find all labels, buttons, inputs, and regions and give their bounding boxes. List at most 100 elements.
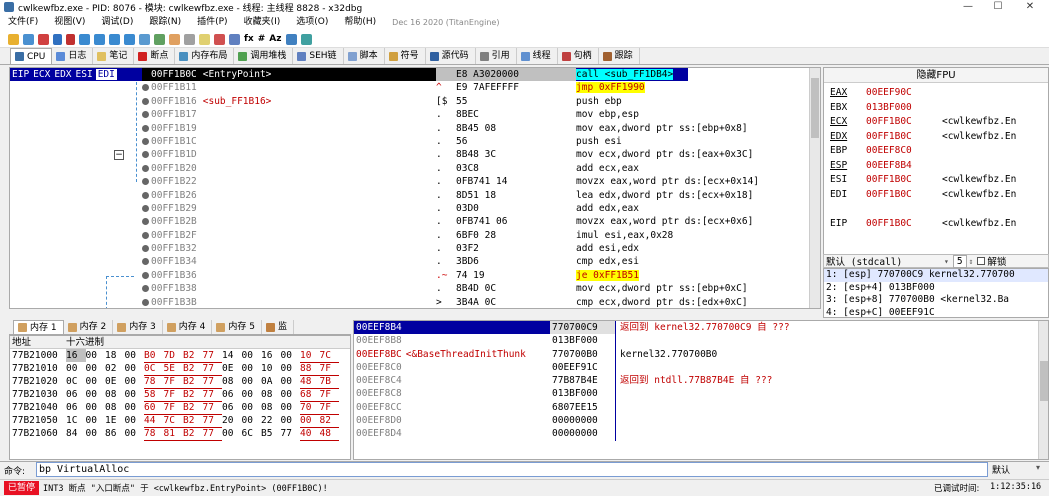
hex-byte[interactable]: 00 [86,388,106,401]
menu-item[interactable]: 选项(O) [288,14,336,31]
command-mode-select[interactable]: 默认 [992,463,1010,476]
hex-byte[interactable]: B2 [183,401,203,415]
command-input[interactable] [36,462,988,477]
hex-byte[interactable]: 68 [300,388,320,402]
hex-byte[interactable]: 77 [202,414,222,428]
tab-item[interactable]: 脚本 [344,48,385,64]
disassembly-row[interactable]: 00FF1B19. 8B45 08 mov eax,dword ptr ss:[eb… [10,122,820,135]
register-value[interactable]: 013BF000 [866,101,942,116]
hex-byte[interactable]: 0C [66,375,86,388]
step-over-icon[interactable] [94,33,105,45]
hex-byte[interactable]: 20 [222,414,242,427]
hex-byte[interactable]: 00 [242,401,262,414]
comment-icon[interactable] [184,33,195,45]
disassembly-row[interactable]: 00FF1B16 <sub_FF1B16> [$ 55 push ebp [10,95,820,108]
chevron-down-icon[interactable]: ▾ [944,257,949,266]
close-button[interactable]: ✕ [1015,0,1045,14]
font-icon[interactable]: Az [269,34,281,44]
register-value[interactable]: 00FF1B0C [866,115,942,130]
register-row[interactable]: EBP 00EEF8C0 [824,144,1048,159]
disassembly-row[interactable]: 00FF1B0C <EntryPoint> E8 A3020000 call <sub… [10,68,820,82]
menu-item[interactable]: 帮助(H) [336,14,384,31]
dump-tab[interactable]: 内存 2 [64,320,114,334]
breakpoint-dot-icon[interactable] [142,231,149,239]
hex-byte[interactable]: 0E [222,362,242,375]
breakpoint-dot-icon[interactable] [142,84,149,92]
hex-byte[interactable]: 0C [144,362,164,376]
disassembly-row[interactable]: 00FF1B29. 03D0 add edx,eax [10,202,820,215]
disassembly-row[interactable]: 00FF1B34. 3BD6 cmp edx,esi [10,255,820,268]
tab-item[interactable]: 断点 [134,48,176,64]
hex-byte[interactable]: 1E [105,414,125,427]
hex-byte[interactable]: 00 [125,401,145,414]
calling-convention-select[interactable]: 默认 (stdcall) [824,254,944,268]
tab-item[interactable]: 符号 [385,48,426,64]
hex-byte[interactable]: B0 [144,349,164,363]
hex-byte[interactable]: 00 [86,375,106,388]
hex-byte[interactable]: 00 [242,414,262,427]
hex-byte[interactable]: B5 [261,427,281,440]
stack-row[interactable]: 00EEF8B8 013BF000 [354,334,1048,348]
tab-item[interactable]: 源代码 [426,48,476,64]
dump-row[interactable]: 77B21060 84 00 86 00 78 81 B2 77 00 6C B5 77 40 48 [10,427,350,441]
hex-byte[interactable]: 77 [202,362,222,376]
hex-dump-pane[interactable]: 地址 十六进制 77B21000 16 00 18 00 B0 7D B2 77 14 00 16 00… [9,335,351,460]
hex-byte[interactable]: 00 [242,388,262,401]
register-row[interactable]: EIP 00FF1B0C <cwlkewfbz.En [824,217,1048,232]
breakpoint-dot-icon[interactable] [142,137,149,145]
hex-byte[interactable]: 7F [319,362,339,376]
hex-byte[interactable]: 77 [202,375,222,389]
hex-byte[interactable]: 7F [163,375,183,389]
dump-tab[interactable]: 内存 4 [163,320,213,334]
hex-byte[interactable]: 00 [242,375,262,388]
hex-byte[interactable]: 58 [144,388,164,402]
stack-row[interactable]: 00EEF8BC <&BaseThreadInitThunk 770700B0 ker… [354,347,1048,361]
hex-byte[interactable]: 7C [319,349,339,363]
hex-byte[interactable]: 08 [105,401,125,414]
hex-byte[interactable]: 00 [242,349,262,362]
hex-byte[interactable]: 78 [144,427,164,441]
disassembly-row[interactable]: 00FF1B22. 0FB741 14 movzx eax,word ptr ds:… [10,175,820,188]
register-value[interactable]: 00FF1B0C [866,130,942,145]
trace-into-icon[interactable] [109,33,120,45]
hex-byte[interactable]: 44 [144,414,164,428]
hex-byte[interactable]: 14 [222,349,242,362]
disassembly-row[interactable]: 00FF1B3B >3B4A 0C cmp ecx,dword ptr ds:[ed… [10,296,820,308]
hex-byte[interactable]: B2 [183,375,203,389]
hex-byte[interactable]: 00 [125,375,145,388]
menu-item[interactable]: 调试(D) [93,14,141,31]
hex-byte[interactable]: 77 [202,427,222,441]
disassembly-row[interactable]: 00FF1B26. 8D51 18 lea edx,dword ptr ds:[ec… [10,189,820,202]
disassembly-row[interactable]: 00FF1B2B. 0FB741 06 movzx eax,word ptr ds:… [10,215,820,228]
hex-byte[interactable]: 10 [261,362,281,375]
hex-byte[interactable]: 00 [125,427,145,440]
run-to-user-icon[interactable] [139,33,150,45]
hex-byte[interactable]: 00 [86,427,106,440]
hex-byte[interactable]: 00 [281,375,301,388]
dump-row[interactable]: 77B21020 0C 00 0E 00 78 7F B2 77 08 00 0A 00 48 7B [10,375,350,389]
register-value[interactable]: 00FF1B0C [866,188,942,203]
breakpoint-dot-icon[interactable] [142,298,149,306]
stack-row[interactable]: 00EEF8C4 77B87B4E 返回到 ntdll.77B87B4E 自 ??? [354,374,1048,388]
menu-item[interactable]: 跟踪(N) [141,14,189,31]
tab-item[interactable]: 句柄 [558,48,599,64]
minimize-button[interactable]: — [953,0,983,14]
hex-byte[interactable]: 84 [66,427,86,440]
breakpoint-dot-icon[interactable] [142,245,149,253]
hex-byte[interactable]: 82 [319,414,339,428]
dump-row[interactable]: 77B21000 16 00 18 00 B0 7D B2 77 14 00 16 00 10 7C [10,349,350,363]
registers-pane[interactable]: 隐藏FPU EAX 00EEF90C EBX 013BF000 ECX 00FF1B0C <… [823,67,1049,259]
hex-byte[interactable]: 22 [261,414,281,427]
function-icon[interactable] [229,33,240,45]
stack-scrollbar[interactable] [1038,321,1048,459]
bookmark-icon[interactable] [214,33,225,45]
arg-count-input[interactable]: 5 [952,254,967,268]
hex-byte[interactable]: 7F [319,388,339,402]
hex-byte[interactable]: 08 [105,388,125,401]
breakpoint-dot-icon[interactable] [142,178,149,186]
pause-icon[interactable] [66,33,75,45]
hex-byte[interactable]: 00 [125,414,145,427]
hex-byte[interactable]: 16 [261,349,281,362]
register-value[interactable]: 00EEF8C0 [866,144,942,159]
dump-row[interactable]: 77B21050 1C 00 1E 00 44 7C B2 77 20 00 22 00 00 82 [10,414,350,428]
